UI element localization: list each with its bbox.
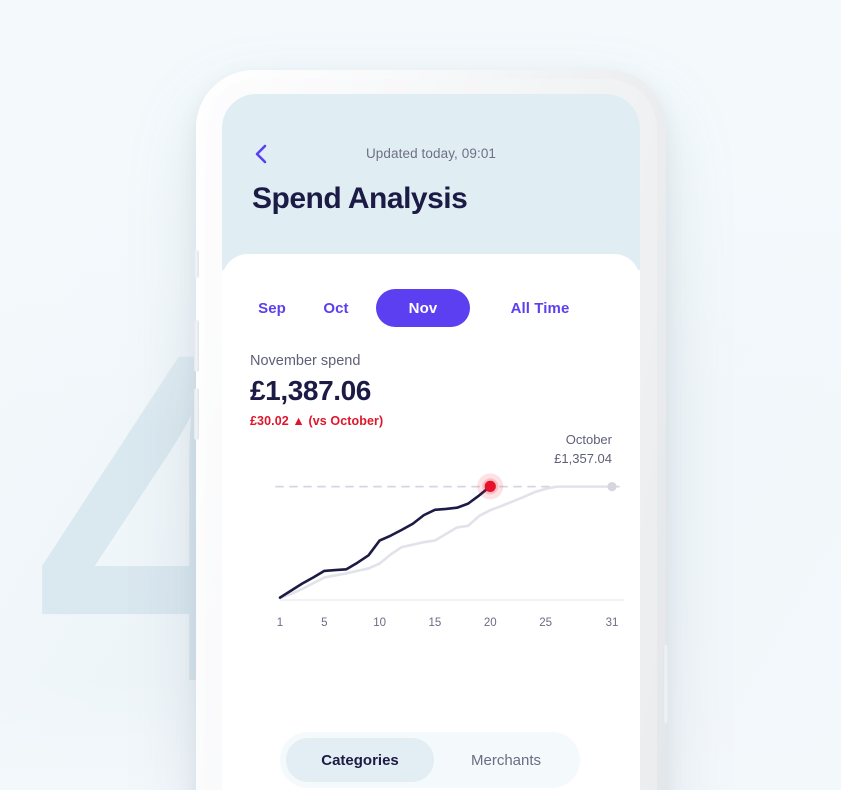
chart-line-october bbox=[278, 485, 614, 600]
x-axis-tick-5: 5 bbox=[321, 617, 328, 629]
chart-marker-october[interactable] bbox=[607, 482, 617, 492]
chart-plot-area bbox=[275, 473, 625, 601]
month-tab-bar: Sep Oct Nov All Time bbox=[222, 289, 640, 327]
month-tab-oct[interactable]: Oct bbox=[312, 289, 360, 327]
breakdown-segmented-control: Categories Merchants bbox=[280, 732, 580, 788]
chart-marker-november[interactable] bbox=[484, 480, 496, 492]
phone-silent-switch[interactable] bbox=[194, 250, 199, 278]
x-axis-tick-31: 31 bbox=[605, 617, 619, 629]
spend-total-amount: £1,387.06 bbox=[250, 375, 371, 406]
x-axis-tick-20: 20 bbox=[483, 617, 497, 629]
tab-merchants[interactable]: Merchants bbox=[438, 738, 574, 782]
spend-delta-badge: £30.02 ▲ (vs October) bbox=[250, 414, 384, 428]
page-title: Spend Analysis bbox=[252, 182, 468, 215]
app-header: Updated today, 09:01 Spend Analysis bbox=[222, 94, 640, 270]
month-tab-all-time[interactable]: All Time bbox=[492, 289, 588, 327]
page-background: 4 Updated today, 09:01 Spend Analysis Se… bbox=[0, 0, 841, 790]
chart-line-november bbox=[278, 485, 492, 599]
x-axis-tick-25: 25 bbox=[539, 617, 552, 629]
x-axis-tick-15: 15 bbox=[428, 617, 442, 629]
spend-chart: October £1,357.04 1 5 10 15 20 25 31 bbox=[222, 429, 640, 679]
content-sheet: Sep Oct Nov All Time November spend £1,3… bbox=[222, 254, 640, 790]
phone-volume-down-button[interactable] bbox=[194, 388, 199, 440]
phone-device-frame: Updated today, 09:01 Spend Analysis Sep … bbox=[194, 70, 668, 790]
spend-period-label: November spend bbox=[250, 353, 361, 369]
phone-power-button[interactable] bbox=[663, 645, 668, 723]
phone-screen: Updated today, 09:01 Spend Analysis Sep … bbox=[222, 94, 640, 790]
month-tab-sep[interactable]: Sep bbox=[248, 289, 296, 327]
phone-volume-up-button[interactable] bbox=[194, 320, 199, 372]
tab-categories[interactable]: Categories bbox=[286, 738, 434, 782]
chart-x-axis: 1 5 10 15 20 25 31 bbox=[222, 617, 640, 633]
chart-legend-name: October bbox=[565, 432, 612, 447]
updated-timestamp: Updated today, 09:01 bbox=[365, 146, 497, 161]
chart-legend-value: £1,357.04 bbox=[554, 451, 612, 466]
x-axis-tick-1: 1 bbox=[276, 617, 284, 629]
month-tab-nov[interactable]: Nov bbox=[376, 289, 470, 327]
x-axis-tick-10: 10 bbox=[373, 617, 386, 629]
